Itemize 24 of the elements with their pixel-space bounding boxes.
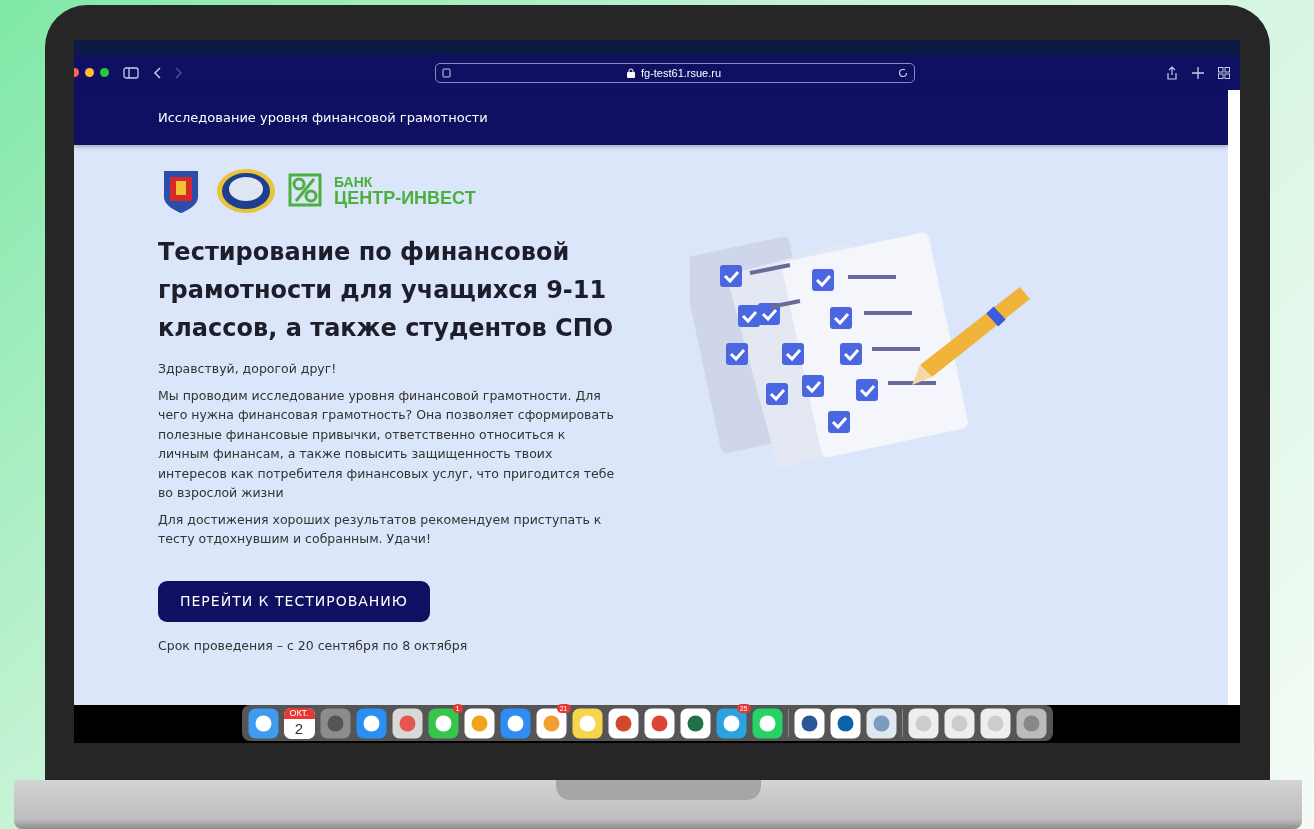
plus-icon[interactable] — [1192, 66, 1204, 79]
page-heading: Тестирование по финансовой грамотности для учащихся 9-11 классов, а также студентов СПО — [158, 237, 615, 344]
seal-logo-icon — [216, 168, 276, 214]
intro-paragraph: Для достижения хороших результатов рекомендуем приступать к тесту отдохнувшим и собранным. Удачи! — [158, 510, 603, 548]
bank-name-line: ЦЕНТР-ИНВЕСТ — [334, 189, 476, 207]
sidebar-icon[interactable] — [123, 66, 139, 79]
url-text: fg-test61.rsue.ru — [640, 66, 722, 79]
site-title: Исследование уровня финансовой грамотности — [158, 110, 488, 125]
lock-icon — [626, 67, 635, 78]
maximize-icon[interactable] — [100, 68, 109, 77]
address-bar[interactable]: fg-test61.rsue.ru — [434, 62, 915, 83]
page-icon — [441, 67, 451, 78]
greeting-text: Здравствуй, дорогой друг! — [158, 360, 338, 378]
calendar-icon[interactable]: ОКТ. 2 — [283, 707, 315, 739]
minimize-icon[interactable] — [85, 68, 94, 77]
deadline-text: Срок проведения – с 20 сентября по 8 октября — [158, 637, 469, 653]
back-icon[interactable] — [153, 66, 161, 79]
percent-logo-icon — [288, 173, 322, 209]
share-icon[interactable] — [1166, 65, 1178, 80]
intro-paragraph: Мы проводим исследование уровня финансовой грамотности. Для чего нужна финансовая грамотность? Она позволяет сформировать полезные финансовые привычки, ответственно относиться к личным финансам, а также повысить защищенность твоих интересов как потребителя финансовых услуг, что пригодится тебе во взрослой жизни — [158, 386, 616, 502]
start-test-button[interactable]: ПЕРЕЙТИ К ТЕСТИРОВАНИЮ — [158, 580, 430, 622]
bank-name-line: БАНК — [334, 175, 374, 189]
tabs-grid-icon[interactable] — [1218, 66, 1230, 79]
reload-icon[interactable] — [897, 67, 908, 78]
